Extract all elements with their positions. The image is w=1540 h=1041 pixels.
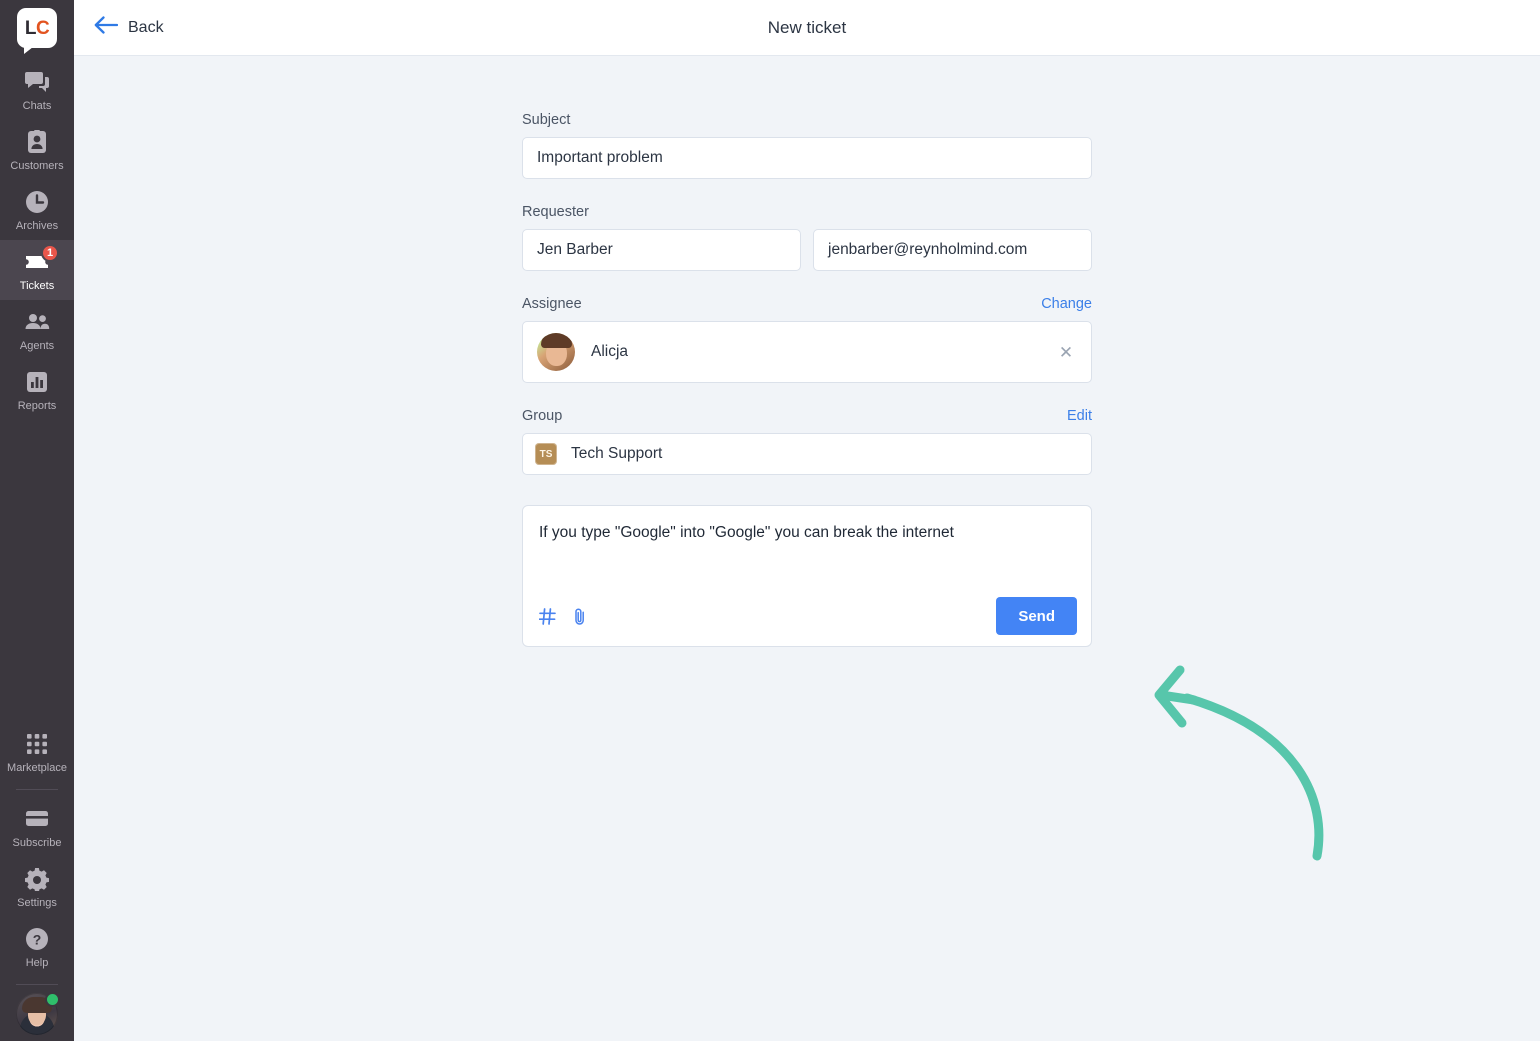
question-mark-icon: ? (24, 926, 50, 952)
message-text[interactable]: If you type "Google" into "Google" you c… (539, 522, 1075, 544)
sidebar-primary-nav: Chats Customers Archives 1 Tickets Agent… (0, 60, 74, 421)
sidebar-item-reports[interactable]: Reports (0, 360, 74, 420)
requester-name-value: Jen Barber (537, 241, 613, 258)
change-assignee-link[interactable]: Change (1041, 296, 1092, 312)
sidebar-item-label: Reports (17, 400, 57, 413)
sidebar-item-help[interactable]: ? Help (0, 917, 74, 977)
send-button[interactable]: Send (996, 597, 1077, 635)
requester-email-value: jenbarber@reynholmind.com (828, 241, 1028, 258)
sidebar-item-label: Tickets (19, 280, 55, 293)
logo-letter-l: L (24, 17, 37, 39)
sidebar-item-label: Marketplace (7, 761, 67, 774)
requester-name-input[interactable]: Jen Barber (522, 229, 801, 271)
logo-letter-c: C (35, 17, 50, 39)
online-status-dot (45, 992, 60, 1007)
assignee-field-block: Assignee Change Alicja ✕ (522, 296, 1092, 383)
chats-icon (24, 69, 50, 95)
subject-input[interactable]: Important problem (522, 137, 1092, 179)
logo-text: LC (24, 17, 50, 39)
group-value-box[interactable]: TS Tech Support (522, 433, 1092, 475)
back-label: Back (128, 18, 164, 36)
sidebar-item-settings[interactable]: Settings (0, 857, 74, 917)
annotation-arrow (1149, 661, 1339, 866)
requester-email-input[interactable]: jenbarber@reynholmind.com (813, 229, 1092, 271)
page-title: New ticket (767, 17, 847, 37)
group-label: Group (522, 408, 563, 424)
composer-icon-group (537, 605, 590, 627)
requester-inputs-row: Jen Barber jenbarber@reynholmind.com (522, 229, 1092, 271)
credit-card-icon (24, 806, 50, 832)
close-icon[interactable]: ✕ (1055, 341, 1077, 363)
new-ticket-form: Subject Important problem Requester Jen … (522, 56, 1092, 647)
arrow-left-icon (94, 16, 119, 39)
svg-text:?: ? (33, 931, 42, 947)
sidebar-item-label: Chats (22, 100, 52, 112)
grid-icon (24, 731, 50, 757)
tickets-icon: 1 (24, 244, 59, 275)
archives-icon (24, 189, 50, 215)
sidebar-item-label: Archives (15, 220, 59, 233)
main-area: Back New ticket Subject Important proble… (74, 0, 1540, 1041)
subject-label: Subject (522, 112, 571, 128)
group-label-row: Group Edit (522, 408, 1092, 424)
sidebar-item-subscribe[interactable]: Subscribe (0, 797, 74, 857)
sidebar-item-tickets[interactable]: 1 Tickets (0, 240, 74, 301)
sidebar-item-label: Settings (17, 896, 57, 909)
agents-icon (24, 309, 50, 335)
reports-icon (24, 369, 50, 395)
main-sidebar: LC Chats Customers Archives 1 Tickets Ag… (0, 0, 74, 1041)
group-name: Tech Support (571, 445, 663, 462)
edit-group-link[interactable]: Edit (1067, 408, 1092, 424)
assignee-label-row: Assignee Change (522, 296, 1092, 312)
hashtag-icon[interactable] (537, 605, 557, 627)
assignee-name: Alicja (591, 343, 629, 360)
top-bar: Back New ticket (74, 0, 1540, 56)
message-composer[interactable]: If you type "Google" into "Google" you c… (522, 505, 1092, 647)
sidebar-divider-1 (16, 788, 58, 790)
content-area: Subject Important problem Requester Jen … (74, 56, 1540, 1041)
sidebar-item-marketplace[interactable]: Marketplace (0, 722, 74, 782)
sidebar-item-label: Help (25, 956, 49, 969)
sidebar-item-label: Agents (19, 340, 55, 353)
sidebar-item-label: Customers (10, 160, 64, 173)
subject-label-row: Subject (522, 112, 1092, 128)
assignee-avatar (537, 333, 575, 371)
sidebar-secondary-nav: Marketplace Subscribe Settings ? Help (0, 722, 74, 1041)
assignee-label: Assignee (522, 296, 582, 312)
requester-field-block: Requester Jen Barber jenbarber@reynholmi… (522, 204, 1092, 271)
group-field-block: Group Edit TS Tech Support (522, 408, 1092, 475)
composer-footer: Send (537, 597, 1077, 635)
sidebar-item-customers[interactable]: Customers (0, 120, 74, 180)
sidebar-item-chats[interactable]: Chats (0, 60, 74, 120)
my-avatar[interactable] (16, 992, 60, 1035)
paperclip-icon[interactable] (570, 605, 590, 627)
subject-value: Important problem (537, 149, 663, 166)
gear-icon (24, 866, 50, 892)
requester-label: Requester (522, 204, 589, 220)
group-badge: TS (535, 443, 557, 465)
requester-label-row: Requester (522, 204, 1092, 220)
assignee-value-box[interactable]: Alicja ✕ (522, 321, 1092, 383)
sidebar-item-archives[interactable]: Archives (0, 180, 74, 240)
customers-icon (24, 129, 50, 155)
sidebar-divider-2 (16, 984, 58, 985)
livechat-logo[interactable]: LC (17, 8, 57, 54)
back-button[interactable]: Back (94, 16, 164, 39)
sidebar-item-label: Subscribe (12, 836, 62, 849)
sidebar-item-agents[interactable]: Agents (0, 300, 74, 360)
tickets-badge: 1 (41, 244, 59, 263)
subject-field-block: Subject Important problem (522, 112, 1092, 179)
app-window: LC Chats Customers Archives 1 Tickets Ag… (0, 0, 1540, 1041)
